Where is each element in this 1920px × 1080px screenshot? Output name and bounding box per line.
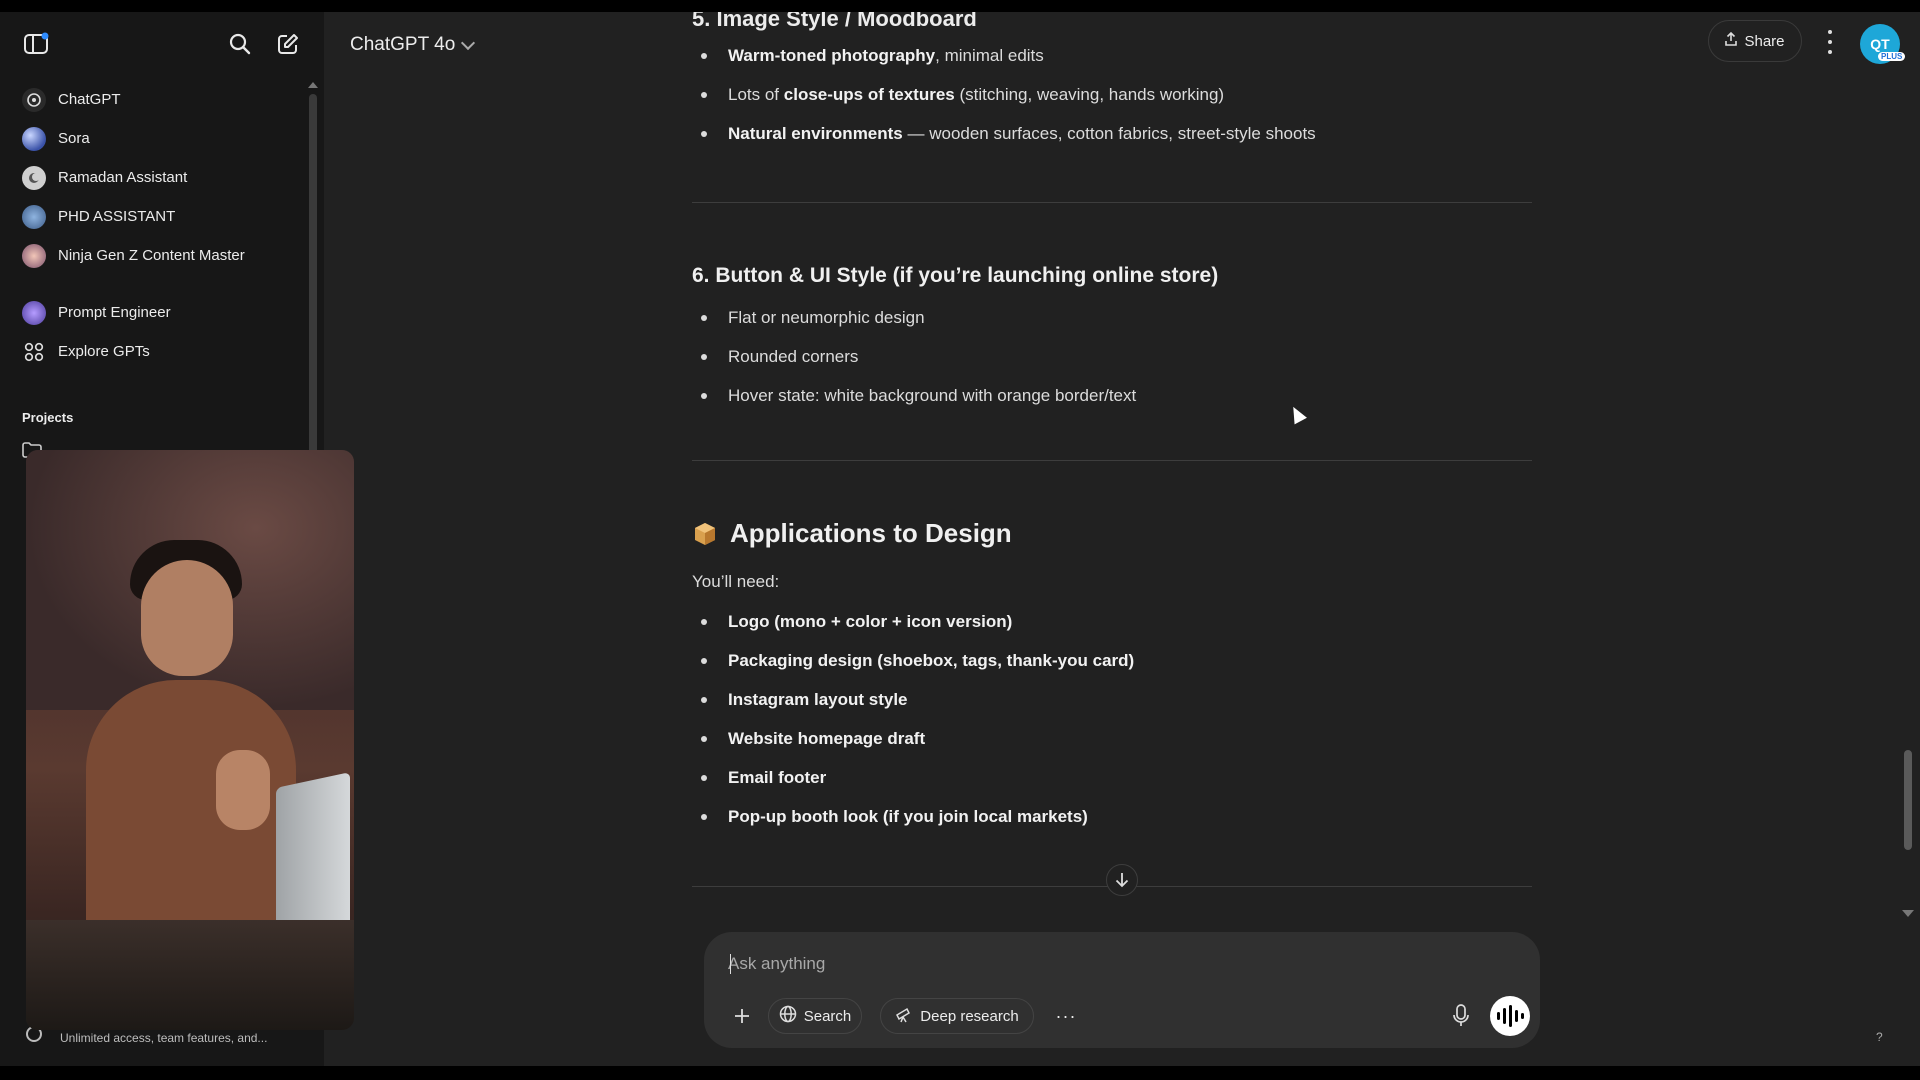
sidebar-header [0,12,324,76]
waveform-icon [1495,1005,1525,1027]
new-chat-icon[interactable] [270,26,306,62]
ui-style-list: Flat or neumorphic design Rounded corner… [692,298,1532,415]
projects-heading: Projects [22,410,74,425]
sidebar-item-ramadan-assistant[interactable]: Ramadan Assistant [12,158,308,197]
search-icon[interactable] [222,26,258,62]
divider [692,202,1532,203]
toggle-sidebar-icon[interactable] [18,26,54,62]
upgrade-text[interactable]: Unlimited access, team features, and... [60,1031,267,1045]
list-item: Lots of close-ups of textures (stitching… [692,75,1532,114]
applications-heading: Applications to Design [692,518,1012,549]
search-label: Search [803,1007,852,1025]
main-scroll-down-arrow[interactable] [1902,910,1914,917]
sidebar-item-label: Explore GPTs [58,343,150,360]
sidebar-item-label: Ninja Gen Z Content Master [58,247,245,264]
list-item: Natural environments — wooden surfaces, … [692,114,1532,153]
webcam-person-hand [216,750,270,830]
more-options-icon[interactable] [1824,30,1836,54]
globe-icon [779,1005,797,1027]
list-item: Logo (mono + color + icon version) [692,602,1532,641]
webcam-person-head [141,560,233,676]
webcam-table [26,920,354,1030]
sidebar-item-sora[interactable]: Sora [12,119,308,158]
plus-icon [735,1009,749,1023]
scroll-to-bottom-button[interactable] [1106,864,1138,896]
more-tools-icon[interactable]: ··· [1048,998,1084,1034]
apps-intro: You’ll need: [692,572,780,591]
list-item: Pop-up booth look (if you join local mar… [692,797,1532,836]
gpt-avatar-icon [22,243,46,268]
microphone-icon[interactable] [1452,1004,1470,1028]
plan-badge: PLUS [1878,52,1906,61]
gpt-avatar-icon [22,300,46,325]
list-item: Email footer [692,758,1532,797]
gpt-avatar-icon [22,165,46,190]
sidebar-item-label: Prompt Engineer [58,304,171,321]
sidebar-item-phd-assistant[interactable]: PHD ASSISTANT [12,197,308,236]
gpt-avatar-icon [22,204,46,229]
grid-icon [22,340,46,364]
voice-mode-button[interactable] [1490,996,1530,1036]
main-scrollbar[interactable] [1904,750,1912,850]
divider [692,460,1532,461]
sidebar-scrollbar[interactable] [309,94,317,454]
sidebar-item-chatgpt[interactable]: ChatGPT [12,80,308,119]
arrow-down-icon [1115,873,1129,888]
list-item: Hover state: white background with orang… [692,376,1532,415]
list-item: Instagram layout style [692,680,1532,719]
list-item: Packaging design (shoebox, tags, thank-y… [692,641,1532,680]
list-item: Rounded corners [692,337,1532,376]
text-caret [730,954,731,974]
openai-logo-icon [22,87,46,112]
attach-button[interactable] [724,998,760,1034]
chevron-down-icon [461,35,476,50]
sidebar-item-label: ChatGPT [58,91,121,108]
share-icon [1725,31,1738,50]
image-style-list: Warm-toned photography, minimal edits Lo… [692,36,1532,153]
sidebar-item-prompt-engineer[interactable]: Prompt Engineer [12,293,308,332]
telescope-icon [895,1005,913,1027]
package-icon [692,521,718,547]
list-item: Warm-toned photography, minimal edits [692,36,1532,75]
prompt-input[interactable] [728,950,1508,978]
list-item: Flat or neumorphic design [692,298,1532,337]
list-item: Website homepage draft [692,719,1532,758]
sora-icon [22,126,46,151]
sidebar-scroll-up-arrow[interactable] [308,82,318,88]
sidebar-item-label: Sora [58,130,90,147]
model-label: ChatGPT 4o [350,34,456,55]
help-button[interactable]: ? [1876,1030,1883,1044]
deep-research-button[interactable]: Deep research [880,998,1034,1034]
composer: Search Deep research ··· [704,932,1540,1048]
sidebar-item-label: PHD ASSISTANT [58,208,176,225]
share-label: Share [1744,32,1785,50]
applications-list: Logo (mono + color + icon version) Packa… [692,602,1532,836]
section-heading: 6. Button & UI Style (if you’re launchin… [692,264,1219,287]
sidebar-item-label: Ramadan Assistant [58,169,188,186]
sidebar-item-ninja-gen-z[interactable]: Ninja Gen Z Content Master [12,236,308,275]
search-button[interactable]: Search [768,998,862,1034]
sidebar-nav: ChatGPT Sora Ramadan Assistant PHD ASSIS… [12,80,308,371]
sidebar-item-explore-gpts[interactable]: Explore GPTs [12,332,308,371]
share-button[interactable]: Share [1708,20,1802,62]
section-heading: 5. Image Style / Moodboard [692,12,977,31]
chatgpt-window: ChatGPT Sora Ramadan Assistant PHD ASSIS… [0,12,1920,1066]
webcam-overlay [26,450,354,1030]
model-selector[interactable]: ChatGPT 4o [350,34,476,56]
deep-research-label: Deep research [920,1007,1019,1025]
